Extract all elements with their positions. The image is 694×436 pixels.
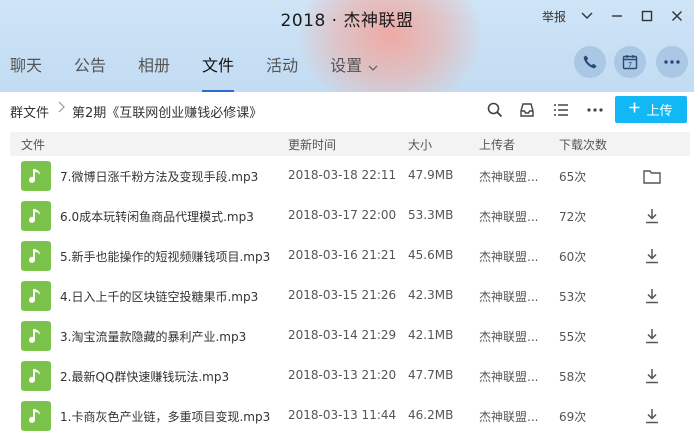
- file-uploader[interactable]: 杰神联盟...: [479, 168, 538, 185]
- file-name[interactable]: 2.最新QQ群快速赚钱玩法.mp3: [60, 368, 229, 385]
- music-file-icon: [21, 241, 51, 271]
- file-downloads: 69次: [559, 410, 587, 424]
- music-file-icon: [21, 321, 51, 351]
- table-row[interactable]: 7.微博日涨千粉方法及变现手段.mp3 2018-03-18 22:11 47.…: [10, 156, 690, 196]
- search-icon[interactable]: [486, 101, 504, 119]
- tab-album[interactable]: 相册: [138, 52, 170, 80]
- report-link[interactable]: 举报: [542, 6, 566, 26]
- upload-button[interactable]: 上传: [615, 96, 687, 123]
- file-time: 2018-03-15 21:26: [288, 288, 397, 302]
- table-row[interactable]: 2.最新QQ群快速赚钱玩法.mp3 2018-03-13 21:20 47.7M…: [10, 356, 690, 396]
- file-time: 2018-03-13 21:20: [288, 368, 397, 382]
- file-size: 42.1MB: [408, 328, 454, 342]
- music-file-icon: [21, 361, 51, 391]
- file-time: 2018-03-16 21:21: [288, 248, 397, 262]
- download-icon[interactable]: [642, 246, 662, 266]
- file-name[interactable]: 3.淘宝流量款隐藏的暴利产业.mp3: [60, 328, 246, 345]
- more-dots-icon: [664, 60, 680, 64]
- column-size[interactable]: 大小: [408, 136, 432, 153]
- breadcrumb-root[interactable]: 群文件: [10, 102, 49, 121]
- download-icon[interactable]: [642, 286, 662, 306]
- file-name[interactable]: 5.新手也能操作的短视频赚钱项目.mp3: [60, 248, 270, 265]
- file-size: 42.3MB: [408, 288, 454, 302]
- file-time: 2018-03-14 21:29: [288, 328, 397, 342]
- file-downloads: 60次: [559, 250, 587, 264]
- file-name[interactable]: 4.日入上千的区块链空投糖果币.mp3: [60, 288, 258, 305]
- file-downloads: 65次: [559, 170, 587, 184]
- file-table-header: 文件 更新时间 大小 上传者 下载次数: [10, 132, 690, 156]
- breadcrumb-separator-icon: [58, 101, 65, 117]
- more-options-button[interactable]: [656, 46, 688, 78]
- inbox-icon[interactable]: [518, 101, 536, 119]
- file-size: 47.7MB: [408, 368, 454, 382]
- table-row[interactable]: 5.新手也能操作的短视频赚钱项目.mp3 2018-03-16 21:21 45…: [10, 236, 690, 276]
- calendar-button[interactable]: 7: [614, 46, 646, 78]
- download-icon[interactable]: [642, 206, 662, 226]
- file-size: 47.9MB: [408, 168, 454, 182]
- table-row[interactable]: 3.淘宝流量款隐藏的暴利产业.mp3 2018-03-14 21:29 42.1…: [10, 316, 690, 356]
- svg-text:7: 7: [628, 61, 632, 69]
- file-uploader[interactable]: 杰神联盟...: [479, 368, 538, 385]
- close-icon[interactable]: [666, 6, 688, 26]
- file-uploader[interactable]: 杰神联盟...: [479, 208, 538, 225]
- file-name[interactable]: 1.卡商灰色产业链，多重项目变现.mp3: [60, 408, 270, 425]
- download-icon[interactable]: [642, 366, 662, 386]
- phone-call-button[interactable]: [574, 46, 606, 78]
- group-tabs: 聊天 公告 相册 文件 活动 设置: [0, 52, 400, 92]
- breadcrumb-current: 第2期《互联网创业赚钱必修课》: [72, 106, 263, 121]
- file-time: 2018-03-13 11:44: [288, 408, 397, 422]
- music-file-icon: [21, 281, 51, 311]
- phone-icon: [583, 55, 597, 69]
- minimize-icon[interactable]: [606, 6, 628, 26]
- upload-label: 上传: [646, 104, 673, 119]
- column-updated-time[interactable]: 更新时间: [288, 136, 336, 153]
- list-view-icon[interactable]: [552, 101, 570, 119]
- music-file-icon: [21, 201, 51, 231]
- file-name[interactable]: 7.微博日涨千粉方法及变现手段.mp3: [60, 168, 258, 185]
- table-row[interactable]: 4.日入上千的区块链空投糖果币.mp3 2018-03-15 21:26 42.…: [10, 276, 690, 316]
- file-name[interactable]: 6.0成本玩转闲鱼商品代理模式.mp3: [60, 208, 254, 225]
- music-file-icon: [21, 401, 51, 431]
- file-time: 2018-03-17 22:00: [288, 208, 397, 222]
- download-icon[interactable]: [642, 326, 662, 346]
- download-icon[interactable]: [642, 406, 662, 426]
- file-downloads: 72次: [559, 210, 587, 224]
- tab-settings-label: 设置: [330, 56, 363, 75]
- tab-files[interactable]: 文件: [202, 52, 235, 92]
- tab-activity[interactable]: 活动: [266, 52, 298, 80]
- file-size: 53.3MB: [408, 208, 454, 222]
- chevron-down-icon: [368, 53, 378, 81]
- plus-icon: [629, 102, 640, 117]
- file-size: 46.2MB: [408, 408, 454, 422]
- more-dots-icon[interactable]: [586, 101, 604, 119]
- skin-chevron-icon[interactable]: [576, 6, 598, 26]
- table-row[interactable]: 6.0成本玩转闲鱼商品代理模式.mp3 2018-03-17 22:00 53.…: [10, 196, 690, 236]
- calendar-icon: 7: [622, 55, 638, 70]
- file-uploader[interactable]: 杰神联盟...: [479, 288, 538, 305]
- column-file[interactable]: 文件: [21, 136, 45, 153]
- file-uploader[interactable]: 杰神联盟...: [479, 248, 538, 265]
- tab-settings[interactable]: 设置: [330, 52, 378, 80]
- column-uploader[interactable]: 上传者: [479, 136, 515, 153]
- tab-announcement[interactable]: 公告: [74, 52, 106, 80]
- table-row[interactable]: 1.卡商灰色产业链，多重项目变现.mp3 2018-03-13 11:44 46…: [10, 396, 690, 436]
- file-uploader[interactable]: 杰神联盟...: [479, 408, 538, 425]
- maximize-icon[interactable]: [636, 6, 658, 26]
- file-time: 2018-03-18 22:11: [288, 168, 397, 182]
- group-header: 2018 · 杰神联盟 举报 聊天 公告 相册 文件 活动 设置 7: [0, 0, 694, 92]
- file-downloads: 53次: [559, 290, 587, 304]
- folder-icon[interactable]: [642, 166, 662, 186]
- breadcrumb: 群文件 第2期《互联网创业赚钱必修课》: [0, 92, 694, 128]
- file-downloads: 55次: [559, 330, 587, 344]
- file-downloads: 58次: [559, 370, 587, 384]
- file-size: 45.6MB: [408, 248, 454, 262]
- file-uploader[interactable]: 杰神联盟...: [479, 328, 538, 345]
- music-file-icon: [21, 161, 51, 191]
- file-list: 7.微博日涨千粉方法及变现手段.mp3 2018-03-18 22:11 47.…: [10, 156, 690, 436]
- column-downloads[interactable]: 下载次数: [559, 136, 607, 153]
- tab-chat[interactable]: 聊天: [10, 52, 42, 80]
